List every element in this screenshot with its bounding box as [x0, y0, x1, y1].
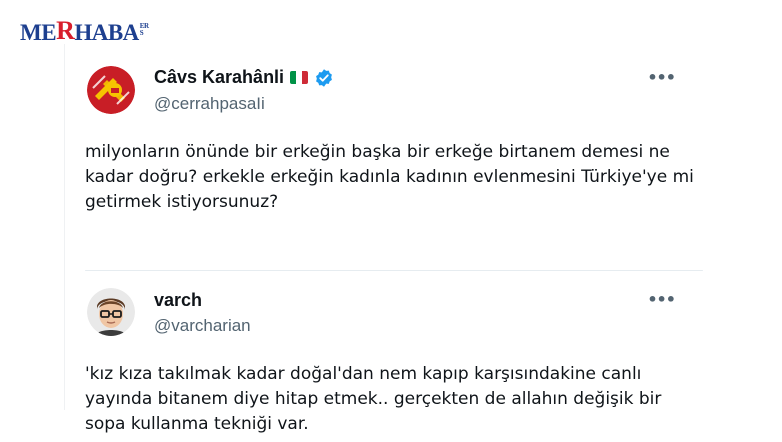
logo-tail: ER S	[139, 22, 149, 38]
logo-part-me: ME	[20, 20, 57, 45]
italy-flag-icon	[290, 71, 309, 84]
boy-with-glasses-avatar-icon	[87, 288, 135, 336]
verified-badge-icon	[316, 68, 332, 87]
tweet-card: Câvs Karahânli @cerrahpasaIi ••• milyonl…	[64, 44, 723, 434]
merhaba-logo[interactable]: ME R HABA ER S	[20, 16, 149, 45]
author-name-line[interactable]: varch	[154, 290, 202, 311]
more-options-icon[interactable]: •••	[647, 68, 676, 87]
author-handle[interactable]: @varcharian	[154, 316, 251, 336]
logo-tail-bottom: S	[139, 29, 144, 38]
avatar[interactable]	[87, 66, 135, 114]
author-handle[interactable]: @cerrahpasaIi	[154, 94, 265, 114]
author-name[interactable]: varch	[154, 290, 202, 311]
logo-part-r: R	[56, 16, 75, 45]
tweet-original[interactable]: Câvs Karahânli @cerrahpasaIi ••• milyonl…	[65, 44, 723, 224]
author-name-line[interactable]: Câvs Karahânli	[154, 67, 334, 88]
avatar[interactable]	[87, 288, 135, 336]
more-options-icon[interactable]: •••	[647, 290, 676, 309]
author-name[interactable]: Câvs Karahânli	[154, 67, 284, 88]
logo-part-rest: HABA	[74, 20, 139, 45]
tweet-text: 'kız kıza takılmak kadar doğal'dan nem k…	[85, 364, 662, 434]
tweet-reply[interactable]: varch @varcharian ••• 'kız kıza takılmak…	[65, 234, 723, 434]
tweet-text: milyonların önünde bir erkeğin başka bir…	[85, 142, 694, 212]
galatasaray-avatar-icon	[87, 66, 135, 114]
screenshot-stage: ME R HABA ER S Câvs Karahânli @cerrahpas…	[0, 0, 782, 442]
